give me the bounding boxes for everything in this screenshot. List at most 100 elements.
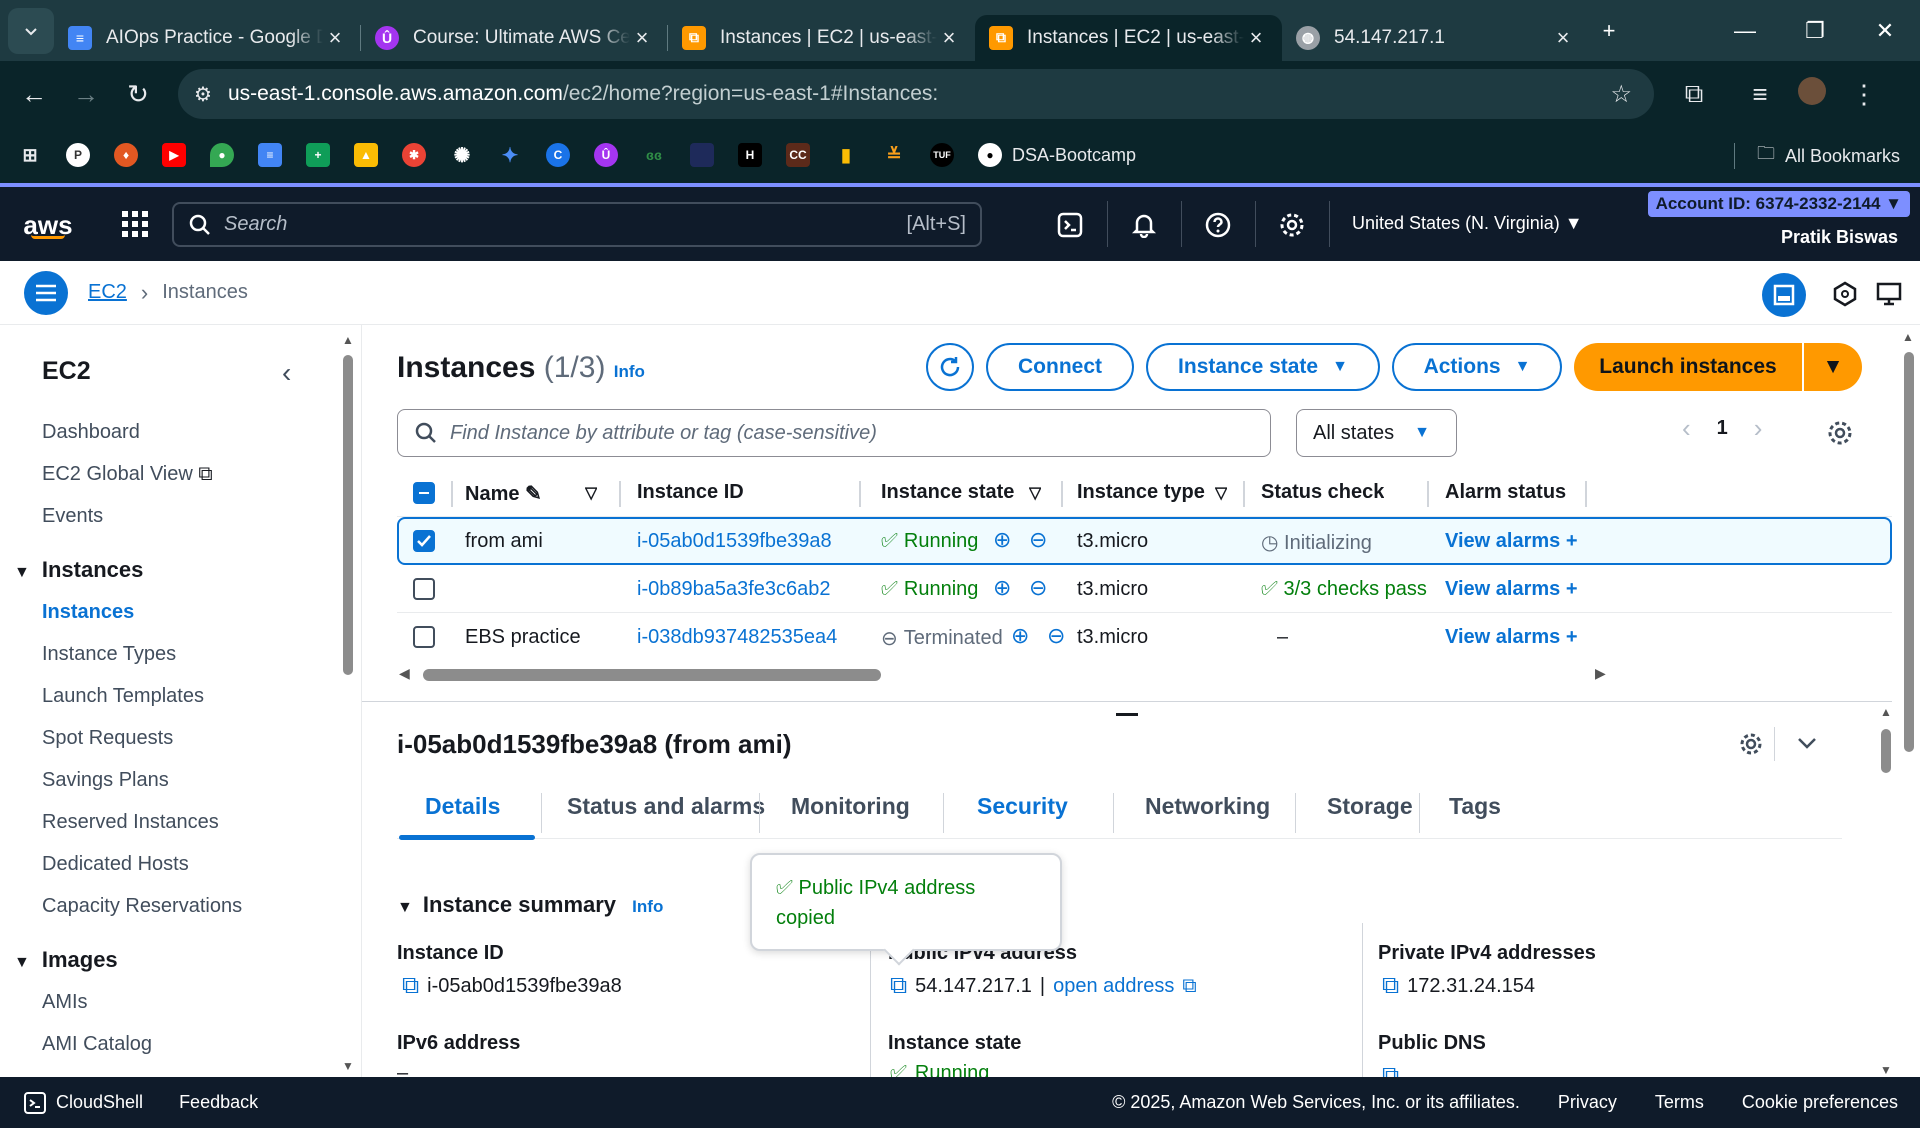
browser-tab[interactable]: ≡ AIOps Practice - Google D × bbox=[54, 15, 361, 61]
browser-tab[interactable]: Û Course: Ultimate AWS Ce × bbox=[361, 15, 668, 61]
close-icon[interactable]: × bbox=[630, 25, 654, 51]
privacy-link[interactable]: Privacy bbox=[1558, 1092, 1617, 1113]
tab-storage[interactable]: Storage bbox=[1327, 793, 1413, 820]
reload-icon[interactable]: ↻ bbox=[112, 79, 164, 110]
browser-tab[interactable]: ⧉ Instances | EC2 | us-east- × bbox=[668, 15, 975, 61]
row-checkbox[interactable] bbox=[413, 530, 435, 552]
sidebar-item-ami-catalog[interactable]: AMI Catalog bbox=[42, 1033, 152, 1056]
bookmark-p-icon[interactable]: P bbox=[66, 143, 90, 167]
column-header-alarm-status[interactable]: Alarm status bbox=[1445, 481, 1566, 504]
google-drive-icon[interactable]: ▲ bbox=[354, 143, 378, 167]
back-icon[interactable]: ← bbox=[8, 79, 60, 110]
bookmark-star-icon[interactable]: ☆ bbox=[1610, 80, 1632, 109]
services-grid-icon[interactable] bbox=[120, 209, 150, 239]
notifications-bell-icon[interactable] bbox=[1124, 205, 1164, 245]
info-link[interactable]: Info bbox=[632, 897, 663, 916]
zoom-in-icon[interactable]: ⊕ bbox=[1011, 623, 1029, 649]
sort-caret-icon[interactable]: ▽ bbox=[1029, 483, 1041, 503]
tab-tags[interactable]: Tags bbox=[1449, 793, 1501, 820]
instance-id-link[interactable]: i-05ab0d1539fbe39a8 bbox=[637, 530, 832, 553]
instance-id-link[interactable]: i-038db937482535ea4 bbox=[637, 626, 837, 649]
github-icon[interactable]: ● bbox=[978, 143, 1002, 167]
menu-icon[interactable] bbox=[24, 270, 68, 315]
instance-filter-input[interactable]: Find Instance by attribute or tag (case-… bbox=[397, 409, 1271, 457]
chatgpt-icon[interactable]: ✺ bbox=[450, 143, 474, 167]
apps-grid-icon[interactable]: ⊞ bbox=[18, 143, 42, 167]
row-checkbox[interactable] bbox=[413, 626, 435, 648]
breadcrumb-ec2-link[interactable]: EC2 bbox=[88, 281, 127, 304]
browser-tab-active[interactable]: ⧉ Instances | EC2 | us-east- × bbox=[975, 14, 1282, 61]
help-icon[interactable] bbox=[1198, 205, 1238, 245]
state-filter-select[interactable]: All states ▼ bbox=[1296, 409, 1457, 457]
column-header-instance-type[interactable]: Instance type bbox=[1077, 481, 1205, 504]
split-panel-divider[interactable] bbox=[362, 701, 1892, 702]
sidebar-item-savings-plans[interactable]: Savings Plans bbox=[42, 769, 169, 792]
copy-icon[interactable]: ⧉ bbox=[890, 972, 907, 1000]
instance-state-button[interactable]: Instance state ▼ bbox=[1146, 343, 1380, 391]
close-icon[interactable]: × bbox=[937, 25, 961, 51]
youtube-icon[interactable]: ▶ bbox=[162, 143, 186, 167]
search-input[interactable]: Search [Alt+S] bbox=[172, 202, 982, 247]
maps-icon[interactable]: ● bbox=[210, 143, 234, 167]
tutorial-panel-icon[interactable] bbox=[1876, 281, 1902, 307]
sidebar-item-instances[interactable]: Instances bbox=[42, 601, 134, 624]
sidebar-item-global-view[interactable]: EC2 Global View ⧉ bbox=[42, 463, 213, 486]
stackoverflow-icon[interactable]: ≚ bbox=[882, 143, 906, 167]
page-vertical-scrollbar[interactable]: ▲ bbox=[1902, 330, 1916, 1075]
browser-menu-icon[interactable]: ⋮ bbox=[1838, 79, 1890, 110]
column-header-name[interactable]: Name ✎ bbox=[465, 481, 542, 506]
tab-status-and-alarms[interactable]: Status and alarms bbox=[567, 793, 765, 820]
instance-id-link[interactable]: i-0b89ba5a3fe3c6ab2 bbox=[637, 578, 831, 601]
instance-summary-header[interactable]: ▼ Instance summary Info bbox=[397, 892, 663, 918]
sidebar-item-instance-types[interactable]: Instance Types bbox=[42, 643, 176, 666]
zoom-out-icon[interactable]: ⊖ bbox=[1047, 623, 1065, 649]
row-checkbox[interactable] bbox=[413, 578, 435, 600]
sidebar-section-instances[interactable]: ▼ Instances bbox=[14, 557, 143, 583]
bookmark-dsa-bootcamp[interactable]: DSA-Bootcamp bbox=[1012, 145, 1136, 166]
close-icon[interactable]: × bbox=[1551, 25, 1575, 51]
bookmark-c-icon[interactable]: C bbox=[546, 143, 570, 167]
restore-button[interactable]: ❐ bbox=[1780, 18, 1850, 44]
resize-handle[interactable] bbox=[1116, 713, 1138, 716]
page-number[interactable]: 1 bbox=[1717, 417, 1728, 440]
column-header-status-check[interactable]: Status check bbox=[1261, 481, 1384, 504]
tuf-icon[interactable]: TUF bbox=[930, 143, 954, 167]
codechef-icon[interactable]: CC bbox=[786, 143, 810, 167]
hexagon-icon[interactable] bbox=[1832, 281, 1858, 307]
tab-security[interactable]: Security bbox=[977, 793, 1068, 820]
sidebar-item-launch-templates[interactable]: Launch Templates bbox=[42, 685, 204, 708]
new-tab-button[interactable]: + bbox=[1589, 18, 1629, 44]
zoom-out-icon[interactable]: ⊖ bbox=[1029, 527, 1047, 553]
settings-gear-icon[interactable] bbox=[1272, 205, 1312, 245]
bookmark-dark-icon[interactable] bbox=[690, 143, 714, 167]
all-bookmarks[interactable]: 🗀 All Bookmarks bbox=[1733, 141, 1900, 171]
site-info-icon[interactable]: ⚙ bbox=[194, 82, 212, 107]
sidebar-scrollbar[interactable]: ▲ ▼ bbox=[342, 333, 354, 1073]
sidebar-item-dashboard[interactable]: Dashboard bbox=[42, 421, 140, 444]
sidebar-item-capacity-reservations[interactable]: Capacity Reservations bbox=[42, 895, 242, 918]
google-sheets-icon[interactable]: + bbox=[306, 143, 330, 167]
sidebar-section-images[interactable]: ▼ Images bbox=[14, 947, 118, 973]
sidebar-item-dedicated-hosts[interactable]: Dedicated Hosts bbox=[42, 853, 189, 876]
refresh-button[interactable] bbox=[926, 343, 974, 391]
close-sidebar-chevron-icon[interactable]: ‹ bbox=[282, 357, 291, 389]
forward-icon[interactable]: → bbox=[60, 79, 112, 110]
feedback-link[interactable]: Feedback bbox=[179, 1092, 258, 1113]
close-window-button[interactable]: ✕ bbox=[1850, 18, 1920, 44]
details-scrollbar[interactable]: ▲ ▼ bbox=[1880, 705, 1892, 1077]
sort-caret-icon[interactable]: ▽ bbox=[585, 483, 597, 503]
google-docs-icon[interactable]: ≡ bbox=[258, 143, 282, 167]
sidebar-item-reserved-instances[interactable]: Reserved Instances bbox=[42, 811, 219, 834]
info-link[interactable]: Info bbox=[614, 362, 645, 381]
sidebar-item-spot-requests[interactable]: Spot Requests bbox=[42, 727, 173, 750]
close-icon[interactable]: × bbox=[1244, 25, 1268, 51]
region-selector[interactable]: United States (N. Virginia) ▼ bbox=[1352, 213, 1583, 234]
launch-instances-button[interactable]: Launch instances ▼ bbox=[1574, 343, 1862, 391]
media-control-icon[interactable]: ≡ bbox=[1734, 79, 1786, 110]
photos-icon[interactable]: ✱ bbox=[402, 143, 426, 167]
gemini-icon[interactable]: ✦ bbox=[498, 143, 522, 167]
actions-button[interactable]: Actions ▼ bbox=[1392, 343, 1562, 391]
next-page-icon[interactable]: › bbox=[1754, 413, 1763, 444]
minimize-button[interactable]: — bbox=[1710, 18, 1780, 44]
zoom-out-icon[interactable]: ⊖ bbox=[1029, 575, 1047, 601]
